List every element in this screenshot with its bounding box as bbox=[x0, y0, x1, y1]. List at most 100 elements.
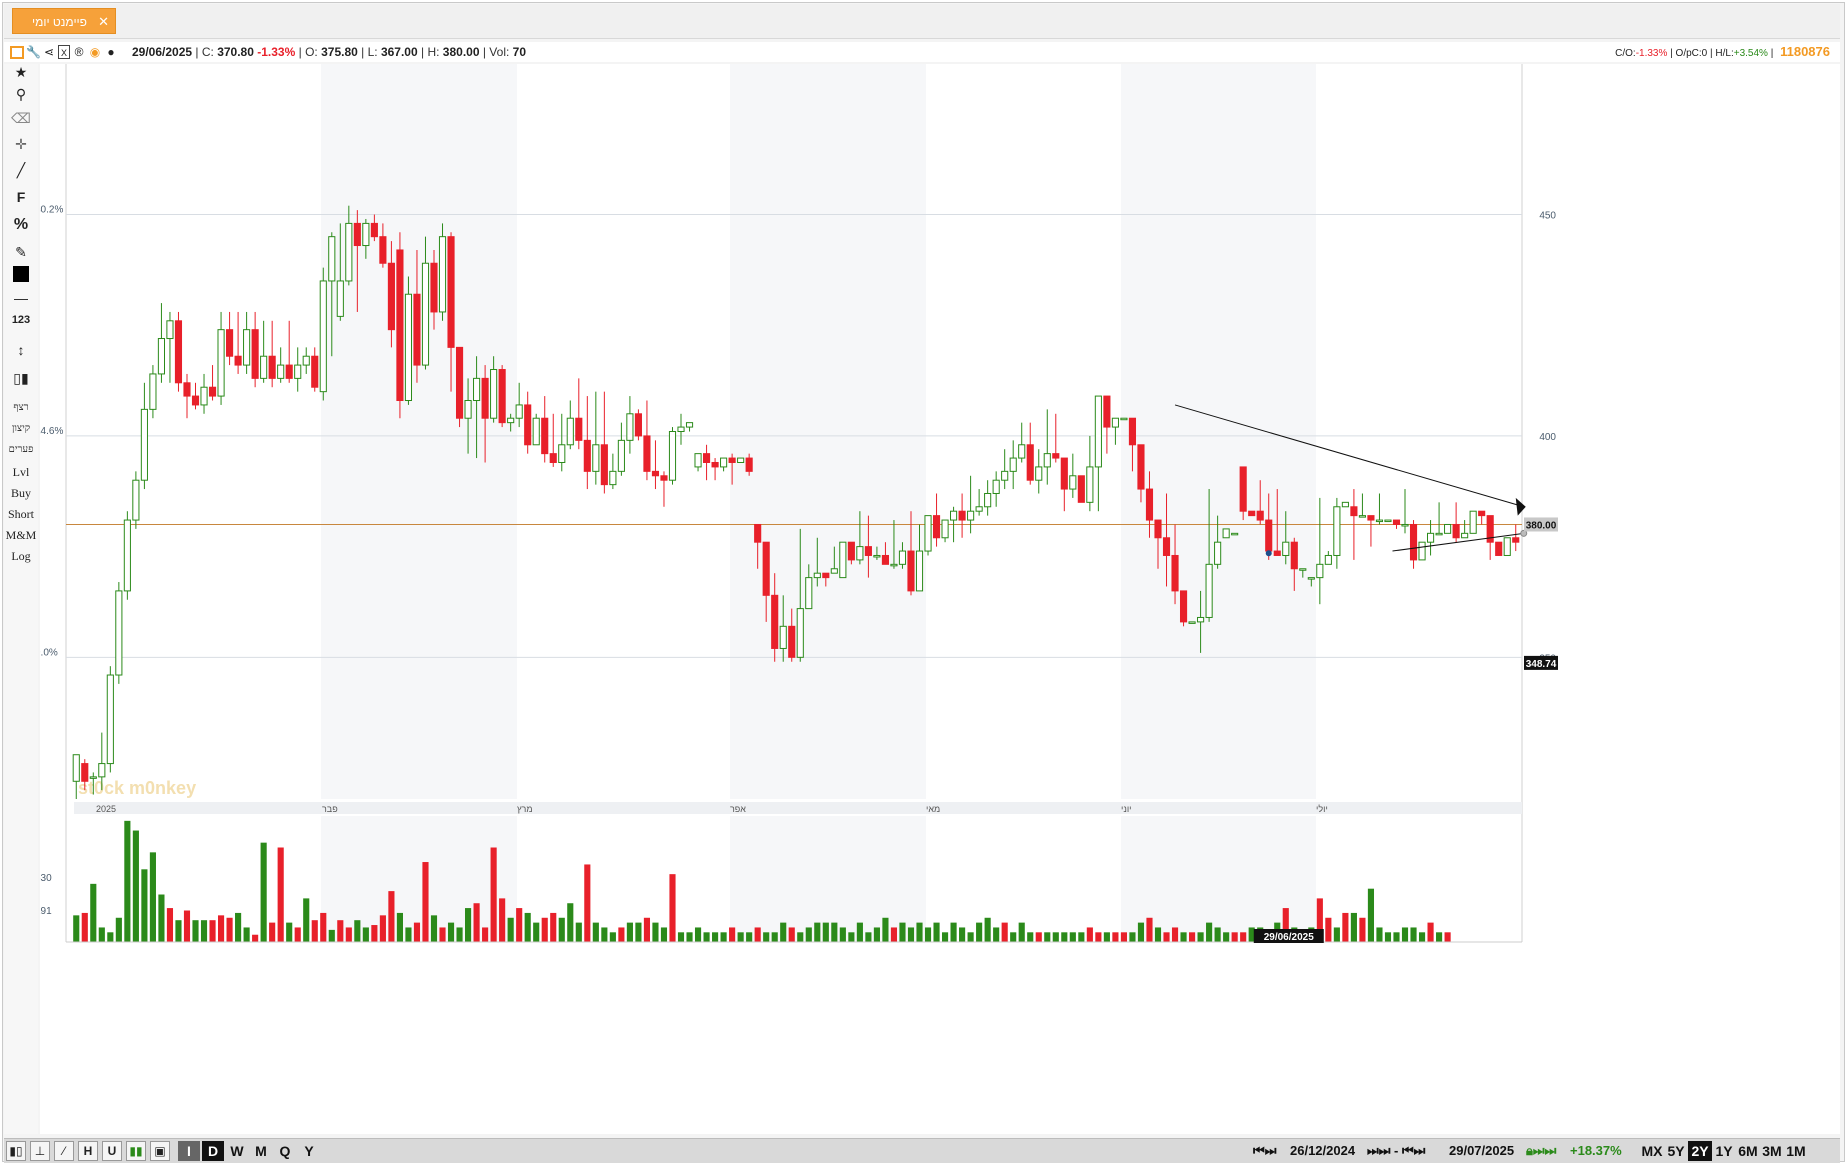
range-button-3m[interactable]: 3M bbox=[1760, 1141, 1784, 1161]
wrench-icon[interactable]: 🔧 bbox=[26, 45, 41, 59]
chart-area[interactable]: 3504004509.0%24.6%40.2%st0ck m0nkey2025פ… bbox=[35, 64, 1840, 1134]
high-label: H: bbox=[427, 45, 440, 59]
volume-bar bbox=[856, 922, 863, 942]
volume-bar bbox=[1376, 927, 1383, 942]
u-view-icon[interactable]: U bbox=[102, 1141, 122, 1161]
volume-bar bbox=[81, 912, 88, 942]
tool-text-4[interactable]: Buy bbox=[4, 486, 38, 501]
candle-body bbox=[975, 506, 983, 512]
interval-button-d[interactable]: D bbox=[202, 1141, 224, 1161]
candle-body bbox=[788, 625, 796, 658]
interval-button-m[interactable]: M bbox=[250, 1141, 272, 1161]
tab-active[interactable]: פיימנט יומי ✕ bbox=[12, 8, 116, 34]
candle-body bbox=[796, 608, 804, 658]
tool-text-0[interactable]: רצף bbox=[4, 402, 38, 413]
month-band bbox=[730, 64, 926, 799]
volume-bar bbox=[1223, 932, 1230, 942]
volume-bar bbox=[73, 915, 80, 942]
left-toolbar: ★ ⚲ ⌫ ✛ ╱ F % ✎ — 123 ↕ ▯▮ רצף קיצון פער… bbox=[4, 64, 38, 1134]
candle-body bbox=[473, 377, 481, 402]
candle-body bbox=[396, 249, 404, 402]
tool-text-2[interactable]: פערים bbox=[4, 444, 38, 455]
edit-icon[interactable]: ✎ bbox=[4, 244, 38, 261]
candle-body bbox=[967, 510, 975, 521]
interval-button-q[interactable]: Q bbox=[274, 1141, 296, 1161]
volume-bar bbox=[490, 847, 497, 942]
crosshair-icon[interactable]: ✛ bbox=[4, 136, 38, 153]
co-value: -1.33% bbox=[1635, 48, 1668, 59]
share-icon[interactable]: ⋖ bbox=[42, 45, 56, 59]
registered-icon[interactable]: ® bbox=[72, 45, 86, 59]
volume-tick-label: 630 bbox=[40, 873, 52, 884]
percent-icon[interactable]: % bbox=[4, 216, 38, 234]
color-swatch-icon[interactable] bbox=[4, 266, 38, 285]
bars-view-icon[interactable]: ⊥ bbox=[30, 1141, 50, 1161]
fibonacci-icon[interactable]: F bbox=[4, 189, 38, 205]
arrow-icon[interactable]: ↕ bbox=[4, 342, 38, 358]
eraser-icon[interactable]: ⌫ bbox=[4, 110, 38, 127]
range-button-mx[interactable]: MX bbox=[1640, 1141, 1664, 1161]
numbers-icon[interactable]: 123 bbox=[4, 314, 38, 326]
target-icon[interactable]: ◉ bbox=[88, 45, 102, 59]
candle-body bbox=[115, 590, 123, 676]
candle-body bbox=[277, 364, 285, 379]
volume-bar bbox=[1180, 932, 1187, 942]
excel-icon[interactable]: X bbox=[58, 45, 70, 59]
close-icon[interactable]: ✕ bbox=[98, 9, 109, 35]
interval-button-y[interactable]: Y bbox=[298, 1141, 320, 1161]
tool-text-6[interactable]: M&M bbox=[4, 528, 38, 543]
candle-body bbox=[1026, 444, 1034, 481]
volume-bar bbox=[635, 922, 642, 942]
candle-body bbox=[1077, 475, 1085, 503]
interval-button-w[interactable]: W bbox=[226, 1141, 248, 1161]
close-value: 370.80 bbox=[217, 45, 254, 59]
tool-text-5[interactable]: Short bbox=[4, 507, 38, 522]
range-button-1m[interactable]: 1M bbox=[1784, 1141, 1808, 1161]
range-button-5y[interactable]: 5Y bbox=[1664, 1141, 1688, 1161]
comment-icon[interactable]: ● bbox=[104, 45, 118, 59]
start-date[interactable]: 26/12/2024 bbox=[1290, 1141, 1355, 1161]
opc-value: 0 bbox=[1701, 48, 1708, 59]
save-icon[interactable]: ▣ bbox=[150, 1141, 170, 1161]
volume-bar bbox=[465, 908, 472, 942]
tab-bar: פיימנט יומי ✕ bbox=[4, 4, 1840, 39]
star-icon[interactable]: ★ bbox=[4, 64, 38, 81]
candle-body bbox=[328, 236, 336, 282]
color-view-icon[interactable]: ▮▮ bbox=[126, 1141, 146, 1161]
candle-body bbox=[1086, 466, 1094, 503]
tool-text-1[interactable]: קיצון bbox=[4, 423, 38, 434]
tool-text-7[interactable]: Log bbox=[4, 549, 38, 564]
volume-bar bbox=[686, 932, 693, 942]
candles-view-icon[interactable]: ▮▯ bbox=[6, 1141, 26, 1161]
candle-body bbox=[1248, 510, 1256, 517]
range-button-6m[interactable]: 6M bbox=[1736, 1141, 1760, 1161]
nav-range-icon[interactable]: ⏭⏭ - ⏮⏭ bbox=[1367, 1141, 1425, 1161]
interval-button-i[interactable]: I bbox=[178, 1141, 200, 1161]
volume-bar bbox=[771, 932, 778, 942]
end-date[interactable]: 29/07/2025 bbox=[1449, 1141, 1514, 1161]
line-width-icon[interactable]: — bbox=[4, 290, 38, 306]
candle-body bbox=[1392, 519, 1401, 525]
search-icon[interactable]: ⚲ bbox=[4, 86, 38, 103]
nav-first-icon[interactable]: ⏮⏭ bbox=[1253, 1141, 1276, 1161]
pencil-icon[interactable]: ╱ bbox=[4, 162, 38, 179]
line-view-icon[interactable]: ⁄ bbox=[54, 1141, 74, 1161]
volume-bar bbox=[430, 915, 438, 942]
lock-icon[interactable]: 🔒︎⏭⏭ bbox=[1526, 1141, 1556, 1161]
candle-body bbox=[694, 453, 702, 468]
hl-view-icon[interactable]: H bbox=[78, 1141, 98, 1161]
price-chart[interactable]: 3504004509.0%24.6%40.2%st0ck m0nkey2025פ… bbox=[35, 64, 1840, 1134]
range-button-1y[interactable]: 1Y bbox=[1712, 1141, 1736, 1161]
candle-body bbox=[379, 236, 387, 264]
open-value: 375.80 bbox=[321, 45, 358, 59]
candles-icon[interactable]: ▯▮ bbox=[4, 370, 38, 387]
volume-bar bbox=[354, 920, 361, 942]
range-button-2y[interactable]: 2Y bbox=[1688, 1141, 1712, 1161]
volume-bar bbox=[533, 922, 540, 942]
volume-bar bbox=[183, 910, 191, 942]
candle-body bbox=[260, 355, 268, 379]
volume-bar bbox=[1444, 932, 1451, 942]
month-label: יולי bbox=[1316, 804, 1328, 814]
window-icon[interactable] bbox=[10, 46, 24, 59]
tool-text-3[interactable]: Lvl bbox=[4, 465, 38, 480]
